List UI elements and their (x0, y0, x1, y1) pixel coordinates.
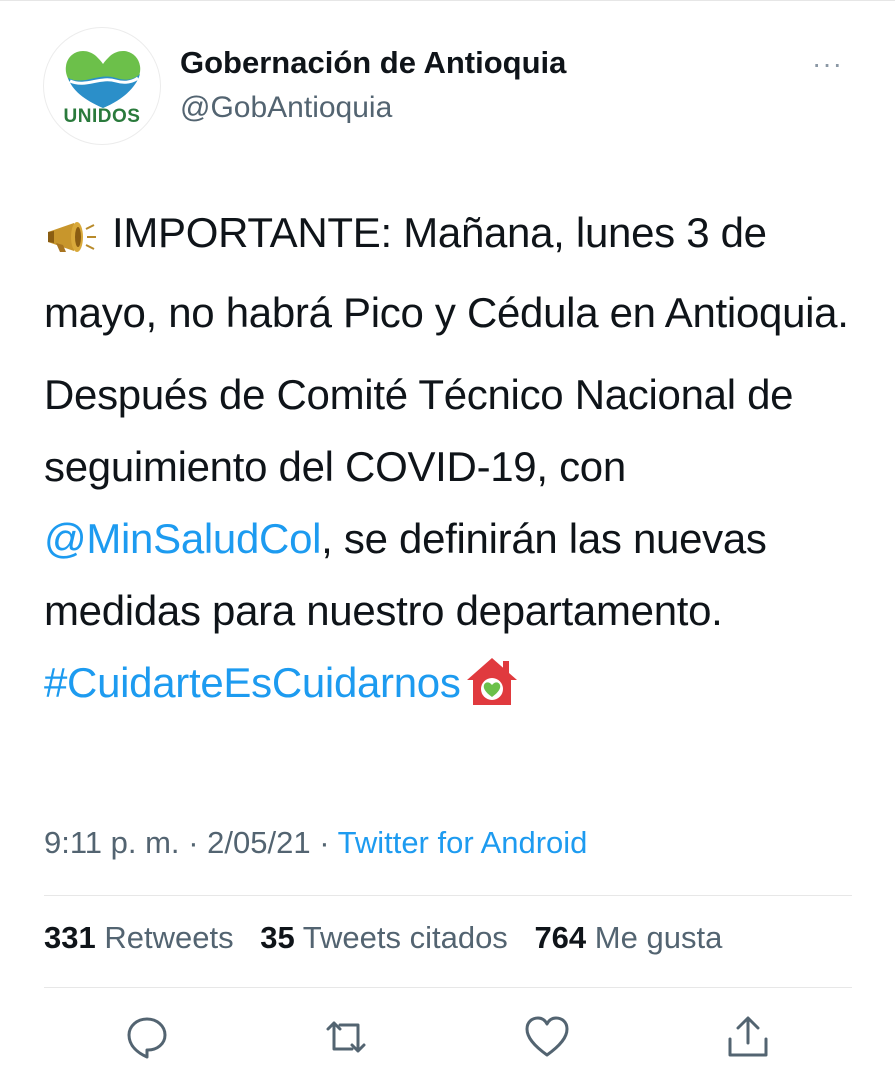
meta-separator: · (188, 825, 199, 860)
quotes-label: Tweets citados (302, 920, 508, 955)
tweet-text: IMPORTANTE: Mañana, lunes 3 de mayo, no … (44, 197, 874, 739)
like-icon (525, 1016, 569, 1057)
tweet-date[interactable]: 2/05/21 (207, 825, 310, 860)
share-button[interactable] (724, 1013, 772, 1061)
divider (44, 987, 852, 988)
house-heart-icon (465, 655, 519, 729)
tweet-paragraph-1: IMPORTANTE: Mañana, lunes 3 de mayo, no … (44, 197, 874, 349)
top-divider (0, 0, 895, 1)
quotes-stat[interactable]: 35 Tweets citados (260, 920, 508, 955)
display-name[interactable]: Gobernación de Antioquia (180, 45, 566, 81)
share-icon (728, 1016, 768, 1057)
tweet-stats: 331 Retweets 35 Tweets citados 764 Me gu… (44, 920, 722, 956)
mention-link[interactable]: @MinSaludCol (44, 515, 321, 562)
likes-count: 764 (534, 920, 587, 955)
retweet-button[interactable] (322, 1013, 370, 1061)
meta-separator: · (319, 825, 330, 860)
tweet-paragraph-1-text: IMPORTANTE: Mañana, lunes 3 de mayo, no … (44, 209, 849, 336)
hashtag-link[interactable]: #CuidarteEsCuidarnos (44, 659, 461, 706)
tweet-paragraph-2-text-a: Después de Comité Técnico Nacional de se… (44, 371, 794, 490)
tweet-paragraph-2: Después de Comité Técnico Nacional de se… (44, 359, 874, 729)
retweets-count: 331 (44, 920, 96, 955)
like-button[interactable] (523, 1013, 571, 1061)
tweet-source[interactable]: Twitter for Android (338, 825, 588, 860)
megaphone-icon (44, 205, 98, 277)
retweet-icon (326, 1021, 366, 1053)
tweet-meta: 9:11 p. m. · 2/05/21 · Twitter for Andro… (44, 825, 587, 861)
tweet-time[interactable]: 9:11 p. m. (44, 825, 180, 860)
user-handle[interactable]: @GobAntioquia (180, 91, 392, 125)
more-options-icon[interactable]: ··· (812, 50, 843, 78)
reply-button[interactable] (123, 1013, 171, 1061)
avatar[interactable]: UNIDOS (43, 27, 161, 145)
divider (44, 895, 852, 896)
retweets-label: Retweets (104, 920, 234, 955)
avatar-text: UNIDOS (63, 106, 141, 127)
retweets-stat[interactable]: 331 Retweets (44, 920, 234, 955)
quotes-count: 35 (260, 920, 295, 955)
reply-icon (127, 1017, 167, 1059)
likes-stat[interactable]: 764 Me gusta (534, 920, 722, 955)
likes-label: Me gusta (594, 920, 723, 955)
